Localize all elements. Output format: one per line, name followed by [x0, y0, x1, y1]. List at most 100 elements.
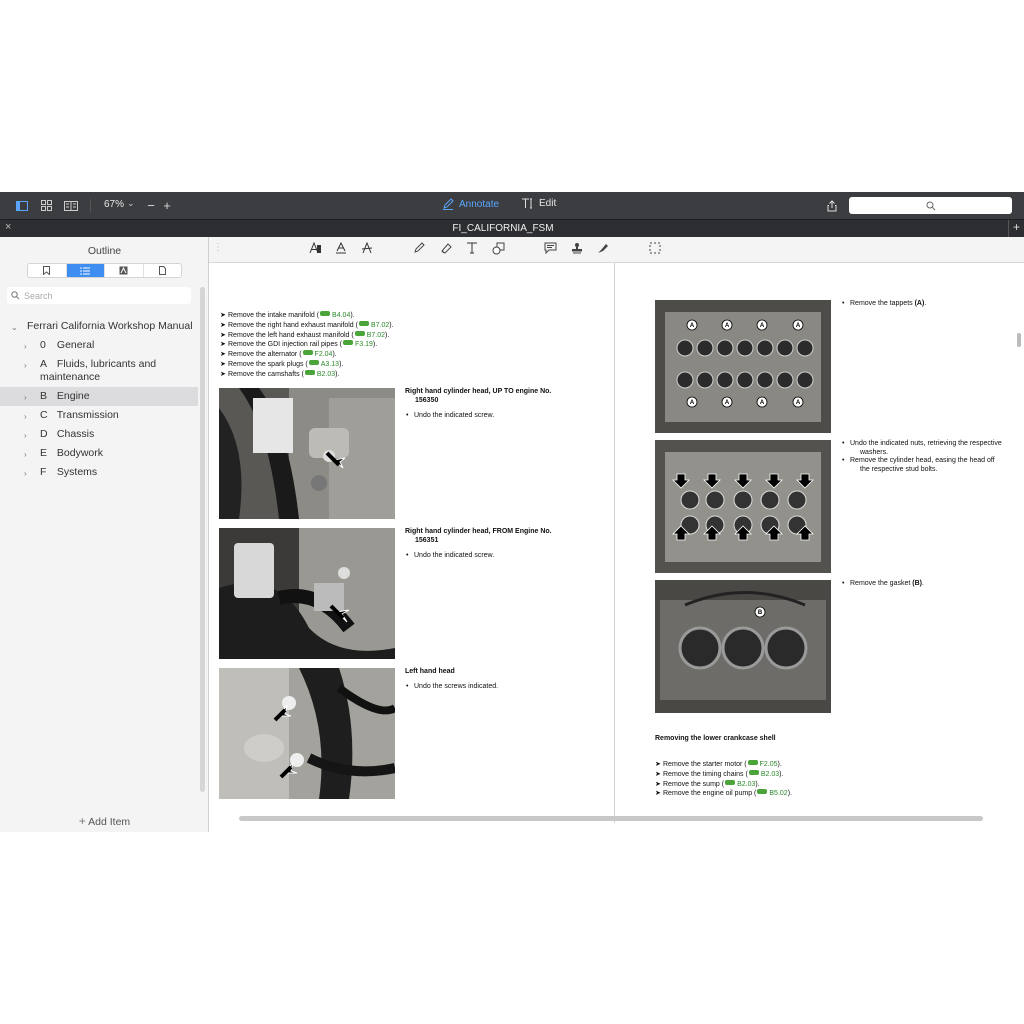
- outline-item-engine[interactable]: › B Engine: [0, 387, 198, 406]
- outline-root[interactable]: ⌄ Ferrari California Workshop Manual: [0, 317, 198, 336]
- chevron-right-icon[interactable]: ›: [24, 340, 27, 353]
- bullet-end: .: [924, 300, 927, 307]
- outline-item-code: D: [40, 428, 48, 440]
- share-icon[interactable]: [826, 198, 838, 213]
- zoom-in-button[interactable]: +: [162, 198, 172, 213]
- outline-item-code: C: [40, 409, 48, 421]
- text-highlight-icon[interactable]: [308, 241, 322, 257]
- step-item: ➤ Remove the left hand exhaust manifold (…: [220, 330, 390, 339]
- outline-item-chassis[interactable]: › D Chassis: [0, 425, 198, 444]
- document-tab-title[interactable]: FI_CALIFORNIA_FSM: [0, 223, 1006, 234]
- outline-item-label: Chassis: [56, 428, 95, 440]
- left-page-steps: ➤ Remove the intake manifold (B4.04). ➤ Re…: [220, 311, 394, 380]
- callout-a-label: A: [725, 400, 730, 406]
- step-reference-link[interactable]: F3.19: [355, 341, 373, 348]
- reference-icon: [304, 369, 315, 375]
- chevron-right-icon[interactable]: ›: [24, 429, 27, 442]
- two-page-view-icon[interactable]: [63, 198, 79, 213]
- step-item: ➤ Remove the camshafts (B2.03).: [220, 369, 340, 378]
- step-text: Remove the left hand exhaust manifold (: [228, 331, 354, 339]
- outline-item-fluids[interactable]: › A Fluids, lubricants and maintenance: [0, 355, 198, 387]
- outline-search-field[interactable]: Search: [7, 287, 191, 304]
- step-reference-link[interactable]: B2.03: [737, 781, 755, 788]
- shapes-icon[interactable]: [491, 242, 505, 258]
- outline-item-code: 0: [40, 339, 46, 351]
- outline-item-code: A: [40, 358, 48, 370]
- engine-photo-left-head: [219, 668, 395, 799]
- outline-item-label: Fluids, lubricants and maintenance: [40, 358, 157, 383]
- step-reference-link[interactable]: B2.03: [317, 371, 335, 378]
- chevron-right-icon[interactable]: ›: [24, 410, 27, 423]
- step-text: Remove the right hand exhaust manifold (: [228, 321, 358, 329]
- new-tab-button[interactable]: +: [1008, 220, 1024, 237]
- text-strikethrough-icon[interactable]: [360, 241, 374, 257]
- outline-item-systems[interactable]: › F Systems: [0, 463, 198, 482]
- step-reference-link[interactable]: B5.02: [769, 790, 787, 797]
- step-text: Remove the camshafts (: [228, 370, 304, 378]
- gasket-bullet: Remove the gasket (B).: [842, 580, 924, 589]
- document-horizontal-scrollbar[interactable]: [239, 816, 983, 821]
- sidebar-title: Outline: [87, 245, 122, 257]
- text-box-icon[interactable]: [465, 242, 479, 257]
- callout-a-label: A: [760, 400, 765, 406]
- cylinder-head-bullet: Remove the cylinder head, easing the hea…: [842, 457, 995, 474]
- chevron-right-icon[interactable]: ›: [24, 467, 27, 480]
- section-heading: Right hand cylinder head, FROM Engine No…: [405, 528, 552, 545]
- selection-icon[interactable]: [648, 242, 662, 257]
- bookmark-icon[interactable]: [28, 264, 67, 277]
- sidebar-scrollbar[interactable]: [200, 287, 205, 792]
- signature-icon[interactable]: [596, 242, 610, 257]
- sidebar-toggle-icon[interactable]: [15, 198, 29, 213]
- step-reference-link[interactable]: B7.02: [367, 332, 385, 339]
- reference-icon: [747, 760, 758, 765]
- section-heading-line1: Right hand cylinder head, FROM Engine No…: [405, 528, 552, 535]
- drag-handle-icon[interactable]: ⋮: [211, 242, 225, 253]
- annotations-icon[interactable]: [105, 264, 144, 277]
- outline-item-bodywork[interactable]: › E Bodywork: [0, 444, 198, 463]
- step-end: ).: [335, 370, 340, 378]
- chevron-down-icon[interactable]: ⌄: [127, 198, 135, 209]
- step-end: ).: [777, 761, 782, 768]
- step-reference-link[interactable]: A3.13: [321, 361, 339, 368]
- outline-item-label: Transmission: [56, 409, 119, 421]
- zoom-level[interactable]: 67%: [104, 199, 124, 210]
- step-text: Remove the timing chains (: [663, 770, 748, 778]
- chevron-right-icon[interactable]: ›: [24, 359, 27, 372]
- add-item-button[interactable]: + Add Item: [0, 814, 209, 828]
- outline-list-icon[interactable]: [66, 264, 105, 277]
- step-item: ➤ Remove the engine oil pump (B5.02).: [655, 789, 792, 798]
- annotate-button[interactable]: Annotate: [442, 198, 499, 210]
- step-reference-link[interactable]: F2.05: [760, 761, 778, 768]
- step-end: ).: [332, 351, 337, 359]
- grid-view-icon[interactable]: [39, 198, 53, 213]
- step-reference-link[interactable]: B7.02: [371, 322, 389, 329]
- step-reference-link[interactable]: F2.04: [315, 351, 333, 358]
- outline-item-general[interactable]: › 0 General: [0, 336, 198, 355]
- outline-item-code: F: [40, 466, 47, 478]
- page-thumbnail-icon[interactable]: [144, 264, 182, 277]
- sidebar-view-switcher: [27, 263, 182, 278]
- outline-tree: ⌄ Ferrari California Workshop Manual › 0…: [0, 317, 198, 482]
- search-input[interactable]: [849, 197, 1012, 214]
- step-end: ).: [755, 780, 760, 788]
- chevron-right-icon[interactable]: ›: [24, 391, 27, 404]
- step-end: ).: [389, 321, 394, 329]
- eraser-icon[interactable]: [439, 242, 453, 257]
- stamp-icon[interactable]: [570, 242, 584, 257]
- chevron-down-icon[interactable]: ⌄: [11, 321, 18, 334]
- step-item: ➤ Remove the right hand exhaust manifold …: [220, 320, 394, 329]
- outline-item-transmission[interactable]: › C Transmission: [0, 406, 198, 425]
- pencil-icon[interactable]: [412, 242, 426, 257]
- document-view[interactable]: ➤ Remove the intake manifold (B4.04). ➤ Re…: [209, 263, 1024, 823]
- comment-icon[interactable]: [543, 242, 557, 257]
- step-reference-link[interactable]: B4.04: [332, 312, 350, 319]
- zoom-out-button[interactable]: −: [146, 198, 156, 213]
- bullet-text-line2: washers.: [860, 448, 889, 456]
- text-underline-icon[interactable]: [334, 241, 348, 257]
- step-reference-link[interactable]: B2.03: [761, 771, 779, 778]
- edit-button[interactable]: Edit: [521, 198, 556, 209]
- tab-bar: × FI_CALIFORNIA_FSM +: [0, 219, 1024, 237]
- document-vertical-scrollbar[interactable]: [1017, 333, 1021, 347]
- chevron-right-icon[interactable]: ›: [24, 448, 27, 461]
- section-bullet: Undo the indicated screw.: [406, 552, 494, 561]
